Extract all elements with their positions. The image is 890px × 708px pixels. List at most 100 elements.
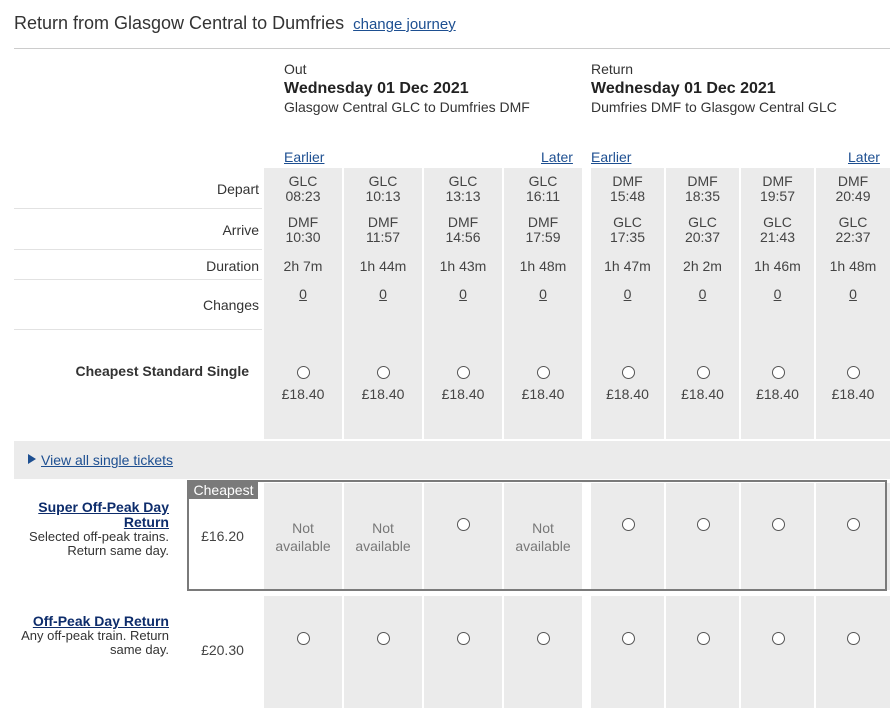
depart-station: DMF — [612, 173, 643, 189]
arrive-time: 14:56 — [445, 229, 481, 245]
cheapest-fare-highlight — [187, 480, 887, 591]
cheapest-badge: Cheapest — [189, 482, 258, 499]
return-date: Wednesday 01 Dec 2021 — [591, 80, 776, 97]
depart-station: GLC — [528, 173, 558, 189]
header-divider — [14, 48, 890, 49]
fare-option-radio[interactable] — [377, 632, 390, 645]
depart-station: GLC — [368, 173, 398, 189]
single-fare-radio[interactable] — [457, 366, 470, 379]
depart-station: DMF — [837, 173, 869, 189]
view-all-bar: View all single tickets — [14, 441, 890, 479]
arrive-time: 11:57 — [366, 229, 400, 245]
duration-value: 1h 44m — [359, 258, 407, 274]
fare-cell — [424, 596, 502, 708]
fare-description: Any off-peak train. Return same day. — [21, 628, 169, 657]
fare-option-radio[interactable] — [696, 632, 710, 645]
depart-station: GLC — [448, 173, 478, 189]
arrive-time: 22:37 — [835, 229, 871, 245]
view-all-singles-link[interactable]: View all single tickets — [41, 452, 173, 468]
depart-time: 20:49 — [835, 188, 871, 204]
single-fare-price: £18.40 — [606, 386, 649, 402]
fare-option-radio[interactable] — [537, 632, 550, 645]
outbound-date: Wednesday 01 Dec 2021 — [284, 80, 469, 97]
single-fare-radio[interactable] — [696, 366, 710, 379]
outbound-earlier-link[interactable]: Earlier — [284, 149, 324, 165]
fare-option-radio[interactable] — [457, 632, 470, 645]
fare-off-peak: Off-Peak Day Return Any off-peak train. … — [14, 614, 169, 657]
return-route: Dumfries DMF to Glasgow Central GLC — [591, 99, 837, 115]
depart-time: 08:23 — [285, 188, 321, 204]
fare-cell — [666, 596, 739, 708]
page-title: Return from Glasgow Central to Dumfries … — [14, 13, 456, 34]
duration-value: 1h 47m — [604, 258, 651, 274]
fare-option-radio[interactable] — [771, 632, 785, 645]
fare-description: Selected off-peak trains. Return same da… — [29, 529, 169, 558]
arrive-station: GLC — [763, 214, 792, 230]
fare-cell — [264, 596, 342, 708]
arrive-label: Arrive — [222, 222, 259, 238]
fare-price: £20.30 — [201, 642, 244, 658]
fare-cell — [741, 596, 814, 708]
return-later-link[interactable]: Later — [848, 149, 880, 165]
changes-link[interactable]: 0 — [344, 286, 422, 302]
single-fare-radio[interactable] — [297, 366, 310, 379]
depart-time: 19:57 — [759, 188, 796, 204]
changes-link[interactable]: 0 — [816, 286, 890, 302]
changes-link[interactable]: 0 — [424, 286, 502, 302]
fare-super-off-peak: Super Off-Peak Day Return Selected off-p… — [14, 500, 169, 558]
row-divider — [14, 329, 262, 330]
fare-option-radio[interactable] — [621, 632, 635, 645]
single-fare-radio[interactable] — [621, 366, 635, 379]
single-fare-price: £18.40 — [831, 386, 875, 402]
single-fare-radio[interactable] — [537, 366, 550, 379]
single-fare-price: £18.40 — [361, 386, 405, 402]
triangle-right-icon — [28, 454, 36, 464]
changes-link[interactable]: 0 — [741, 286, 814, 302]
single-fare-price: £18.40 — [756, 386, 799, 402]
single-fare-price: £18.40 — [521, 386, 565, 402]
arrive-time: 20:37 — [684, 229, 721, 245]
single-fare-radio[interactable] — [771, 366, 785, 379]
changes-link[interactable]: 0 — [504, 286, 582, 302]
fare-option-radio[interactable] — [847, 632, 860, 645]
depart-time: 10:13 — [365, 188, 401, 204]
depart-station: DMF — [687, 173, 718, 189]
arrive-station: DMF — [527, 214, 559, 230]
arrive-station: GLC — [688, 214, 717, 230]
depart-label: Depart — [216, 181, 259, 197]
duration-value: 2h 7m — [283, 258, 323, 274]
arrive-station: GLC — [613, 214, 642, 230]
single-fare-price: £18.40 — [441, 386, 485, 402]
depart-time: 18:35 — [684, 188, 721, 204]
single-fare-price: £18.40 — [281, 386, 325, 402]
return-label: Return — [591, 61, 634, 77]
arrive-time: 17:35 — [609, 229, 646, 245]
depart-station: GLC — [288, 173, 318, 189]
change-journey-link[interactable]: change journey — [353, 16, 456, 33]
return-earlier-link[interactable]: Earlier — [591, 149, 631, 165]
single-fare-radio[interactable] — [377, 366, 390, 379]
journey-title: Return from Glasgow Central to Dumfries — [14, 13, 345, 33]
arrive-station: DMF — [287, 214, 319, 230]
row-divider — [14, 249, 262, 250]
outbound-later-link[interactable]: Later — [541, 149, 573, 165]
fare-cell — [816, 596, 890, 708]
changes-link[interactable]: 0 — [591, 286, 664, 302]
arrive-time: 17:59 — [525, 229, 561, 245]
changes-link[interactable]: 0 — [264, 286, 342, 302]
duration-value: 1h 46m — [754, 258, 801, 274]
duration-value: 2h 2m — [683, 258, 722, 274]
arrive-station: DMF — [367, 214, 399, 230]
duration-value: 1h 48m — [519, 258, 567, 274]
duration-value: 1h 43m — [439, 258, 487, 274]
row-divider — [14, 279, 262, 280]
outbound-header: Out Wednesday 01 Dec 2021 Glasgow Centra… — [284, 60, 530, 117]
single-fare-radio[interactable] — [847, 366, 860, 379]
changes-link[interactable]: 0 — [666, 286, 739, 302]
fare-name-link[interactable]: Off-Peak Day Return — [14, 614, 169, 629]
fare-option-radio[interactable] — [297, 632, 310, 645]
arrive-time: 10:30 — [285, 229, 321, 245]
return-header: Return Wednesday 01 Dec 2021 Dumfries DM… — [591, 60, 837, 117]
fare-name-link[interactable]: Super Off-Peak Day Return — [14, 500, 169, 530]
depart-time: 13:13 — [445, 188, 481, 204]
